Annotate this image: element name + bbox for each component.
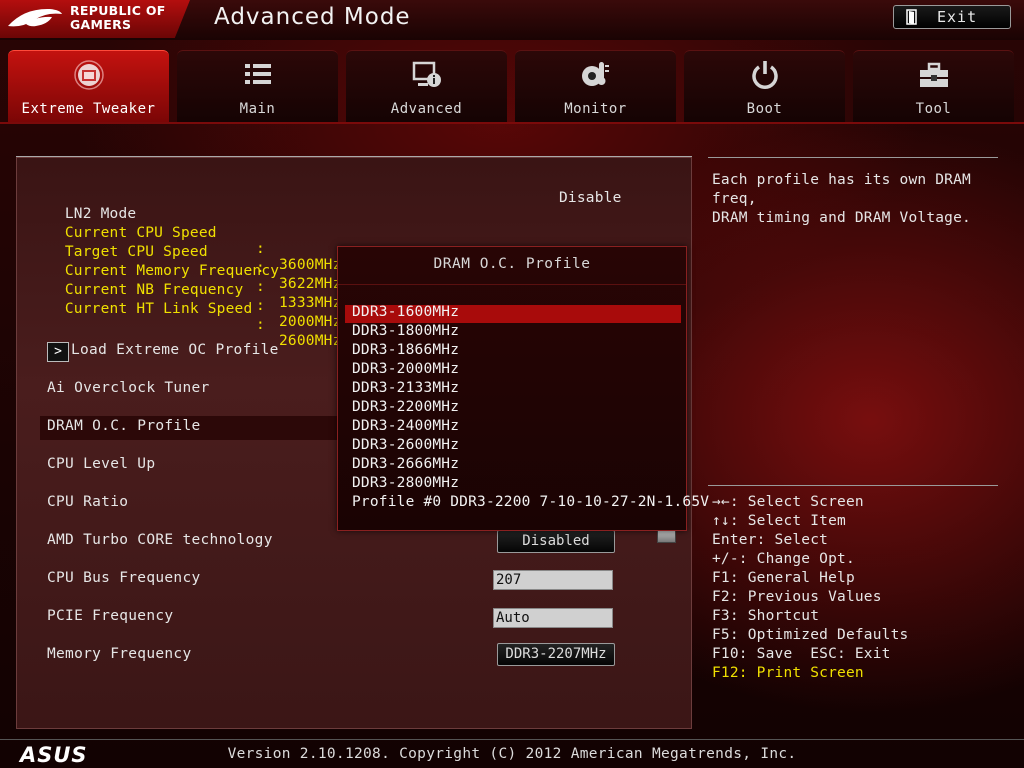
info-row-ht-link: Current HT Link Speed : 2600MHz xyxy=(47,285,341,349)
memory-frequency[interactable]: Memory Frequency xyxy=(47,646,191,662)
advanced-info-icon xyxy=(412,61,441,87)
tab-label: Main xyxy=(239,101,276,117)
info-colon: : xyxy=(256,317,265,333)
ai-overclock-tuner[interactable]: Ai Overclock Tuner xyxy=(47,380,210,396)
pcie-frequency-input[interactable]: Auto xyxy=(493,608,613,628)
info-colon: : xyxy=(256,279,265,295)
page-title: Advanced Mode xyxy=(214,4,411,30)
version-copyright: Version 2.10.1208. Copyright (C) 2012 Am… xyxy=(227,746,797,762)
submenu-arrow-icon[interactable]: > xyxy=(47,342,69,362)
brand-line-1: REPUBLIC OF xyxy=(70,3,166,18)
dram-profile-popup: DRAM O.C. Profile DDR3-1600MHz DDR3-1800… xyxy=(337,246,709,531)
popup-option[interactable]: DDR3-2200MHz xyxy=(352,399,459,415)
dram-oc-profile[interactable]: DRAM O.C. Profile xyxy=(47,418,201,434)
key-hint: Enter: Select xyxy=(712,532,829,548)
info-row-nb-freq: Current NB Frequency : 2000MHz xyxy=(47,266,341,330)
key-hint-print-screen[interactable]: F12: Print Screen xyxy=(712,665,864,681)
key-hint: →←: Select Screen xyxy=(712,494,864,510)
rog-brand-text: REPUBLIC OF GAMERS xyxy=(70,4,166,32)
list-icon xyxy=(244,64,271,84)
popup-title: DRAM O.C. Profile xyxy=(433,256,591,272)
ln2-mode-row: LN2 Mode xyxy=(47,190,136,222)
key-hint: F2: Previous Values xyxy=(712,589,882,605)
popup-option[interactable]: DDR3-2800MHz xyxy=(352,475,459,491)
info-value: 3622MHz xyxy=(279,276,342,292)
info-label: Current HT Link Speed xyxy=(64,301,253,317)
info-value: 2000MHz xyxy=(279,314,342,330)
load-extreme-oc-profile[interactable]: Load Extreme OC Profile xyxy=(71,342,279,358)
tab-label: Extreme Tweaker xyxy=(21,101,156,117)
footer-divider xyxy=(0,739,1024,740)
tweaker-icon xyxy=(73,60,104,90)
popup-option[interactable]: DDR3-1800MHz xyxy=(352,323,459,339)
rog-logo: REPUBLIC OF GAMERS xyxy=(0,0,190,38)
exit-door-icon xyxy=(906,9,917,25)
tab-underline xyxy=(0,122,1024,124)
info-value: 1333MHz xyxy=(279,295,342,311)
popup-option[interactable]: DDR3-2666MHz xyxy=(352,456,459,472)
key-hint: F10: Save ESC: Exit xyxy=(712,646,891,662)
popup-option[interactable]: DDR3-2000MHz xyxy=(352,361,459,377)
info-value: 3600MHz xyxy=(279,257,342,273)
pcie-frequency[interactable]: PCIE Frequency xyxy=(47,608,173,624)
cpu-ratio[interactable]: CPU Ratio xyxy=(47,494,128,510)
exit-label: Exit xyxy=(937,8,978,26)
info-row-memory-freq: Current Memory Frequency : 1333MHz xyxy=(47,247,341,311)
thermometer-gear-icon xyxy=(581,62,609,86)
key-hint: F1: General Help xyxy=(712,570,855,586)
popup-option[interactable]: DDR3-2600MHz xyxy=(352,437,459,453)
popup-option[interactable]: Profile #0 DDR3-2200 7-10-10-27-2N-1.65V xyxy=(352,494,709,510)
ln2-mode-value: Disable xyxy=(559,190,622,206)
popup-option[interactable]: DDR3-2133MHz xyxy=(352,380,459,396)
tab-label: Monitor xyxy=(564,101,627,117)
info-row-target-cpu: Target CPU Speed : 3622MHz xyxy=(47,228,341,292)
help-top-divider xyxy=(708,157,998,158)
popup-option[interactable]: DDR3-2400MHz xyxy=(352,418,459,434)
key-hint: ↑↓: Select Item xyxy=(712,513,846,529)
help-line-1: Each profile has its own DRAM freq, xyxy=(712,172,971,207)
info-value: 2600MHz xyxy=(279,333,342,349)
popup-divider xyxy=(338,284,686,285)
tab-monitor[interactable]: Monitor xyxy=(515,50,676,122)
tab-label: Boot xyxy=(746,101,783,117)
key-hint: +/-: Change Opt. xyxy=(712,551,855,567)
amd-turbo-core[interactable]: AMD Turbo CORE technology xyxy=(47,532,273,548)
cpu-bus-frequency-input[interactable]: 207 xyxy=(493,570,613,590)
amd-turbo-core-select[interactable]: Disabled xyxy=(497,530,615,553)
popup-option[interactable]: DDR3-1866MHz xyxy=(352,342,459,358)
key-hint: F5: Optimized Defaults xyxy=(712,627,909,643)
tab-label: Tool xyxy=(915,101,952,117)
memory-frequency-select[interactable]: DDR3-2207MHz xyxy=(497,643,615,666)
tab-main[interactable]: Main xyxy=(177,50,338,122)
rog-eye-icon xyxy=(8,8,62,27)
header-bar: REPUBLIC OF GAMERS Advanced Mode Exit xyxy=(0,0,1024,40)
tab-boot[interactable]: Boot xyxy=(684,50,845,122)
cpu-bus-frequency[interactable]: CPU Bus Frequency xyxy=(47,570,201,586)
toolbox-icon xyxy=(919,62,948,87)
help-keys-divider xyxy=(708,485,998,486)
tab-label: Advanced xyxy=(390,101,463,117)
tab-extreme-tweaker[interactable]: Extreme Tweaker xyxy=(8,50,169,122)
power-icon xyxy=(751,61,778,89)
brand-line-2: GAMERS xyxy=(70,17,132,32)
info-colon: : xyxy=(256,298,265,314)
cpu-level-up[interactable]: CPU Level Up xyxy=(47,456,155,472)
help-description: Each profile has its own DRAM freq, DRAM… xyxy=(712,171,1002,228)
tab-tool[interactable]: Tool xyxy=(853,50,1014,122)
scroll-down-icon[interactable] xyxy=(657,529,676,543)
info-row-cpu-speed: Current CPU Speed : 3600MHz xyxy=(47,209,341,273)
tab-advanced[interactable]: Advanced xyxy=(346,50,507,122)
exit-button[interactable]: Exit xyxy=(893,5,1011,29)
popup-option[interactable]: DDR3-1600MHz xyxy=(352,304,459,320)
help-line-2: DRAM timing and DRAM Voltage. xyxy=(712,210,971,226)
key-hint: F3: Shortcut xyxy=(712,608,820,624)
